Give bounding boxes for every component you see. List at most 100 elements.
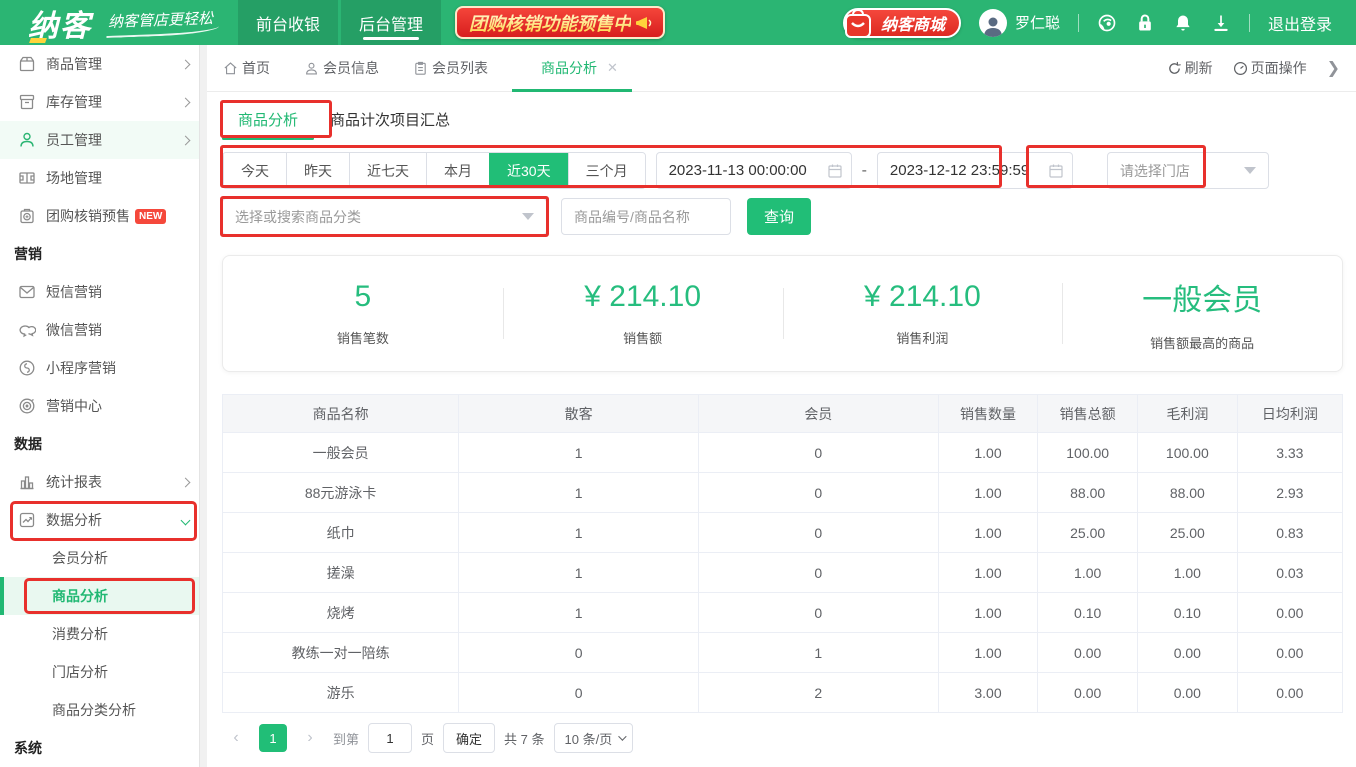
stat-item: 一般会员 销售额最高的商品 bbox=[1062, 275, 1342, 352]
sidebar-item[interactable]: 营销中心 bbox=[0, 387, 207, 425]
page-tab[interactable]: 会员列表 ✕ bbox=[413, 45, 488, 92]
chevron-right-icon bbox=[181, 477, 191, 487]
sidebar-item-label: 会员分析 bbox=[52, 548, 108, 568]
cell-walkin: 1 bbox=[459, 553, 699, 593]
quick-date-button[interactable]: 本月 bbox=[426, 153, 489, 188]
sidebar-item-icon bbox=[18, 321, 36, 339]
sidebar-item-label: 商品管理 bbox=[46, 54, 102, 74]
download-icon[interactable] bbox=[1211, 13, 1231, 33]
date-to-input[interactable] bbox=[877, 152, 1073, 189]
sidebar-item[interactable]: 会员分析 bbox=[0, 539, 207, 577]
date-separator: - bbox=[862, 162, 867, 180]
cell-member: 0 bbox=[698, 473, 938, 513]
goto-confirm-button[interactable]: 确定 bbox=[443, 723, 495, 753]
quick-date-button[interactable]: 三个月 bbox=[568, 153, 645, 188]
table-row[interactable]: 烧烤 1 0 1.00 0.10 0.10 0.00 bbox=[223, 593, 1343, 633]
sidebar-item[interactable]: 数据分析 bbox=[0, 501, 207, 539]
table-row[interactable]: 游乐 0 2 3.00 0.00 0.00 0.00 bbox=[223, 673, 1343, 713]
sidebar-item[interactable]: 数据 bbox=[0, 425, 207, 463]
table-row[interactable]: 纸巾 1 0 1.00 25.00 25.00 0.83 bbox=[223, 513, 1343, 553]
tab-label: 会员信息 bbox=[323, 58, 379, 78]
analysis-tab[interactable]: 商品分析 bbox=[222, 98, 314, 140]
analysis-tab[interactable]: 商品计次项目汇总 bbox=[314, 98, 466, 140]
sidebar-item[interactable]: 统计报表 bbox=[0, 463, 207, 501]
store-select[interactable]: 请选择门店 bbox=[1107, 152, 1269, 189]
sidebar-item[interactable]: 门店分析 bbox=[0, 653, 207, 691]
sidebar-item[interactable]: 商品分类分析 bbox=[0, 691, 207, 729]
column-header: 日均利润 bbox=[1237, 395, 1342, 433]
table-row[interactable]: 搓澡 1 0 1.00 1.00 1.00 0.03 bbox=[223, 553, 1343, 593]
collapse-arrow-icon[interactable]: ❯ bbox=[1327, 58, 1340, 78]
sidebar-item[interactable]: 场地管理 bbox=[0, 159, 207, 197]
page-number-button[interactable]: 1 bbox=[259, 724, 287, 752]
sidebar-item[interactable]: 商品管理 bbox=[0, 45, 207, 83]
cell-gross-profit: 1.00 bbox=[1138, 553, 1238, 593]
sidebar-item[interactable]: 微信营销 bbox=[0, 311, 207, 349]
cell-gross-profit: 100.00 bbox=[1138, 433, 1238, 473]
goto-page-input[interactable] bbox=[368, 723, 412, 753]
sidebar-item[interactable]: 小程序营销 bbox=[0, 349, 207, 387]
close-icon[interactable]: ✕ bbox=[607, 60, 618, 76]
cell-walkin: 1 bbox=[459, 473, 699, 513]
quick-date-button[interactable]: 昨天 bbox=[286, 153, 349, 188]
sidebar-item[interactable]: 库存管理 bbox=[0, 83, 207, 121]
stat-label: 销售额最高的商品 bbox=[1062, 333, 1342, 352]
promo-banner[interactable]: 团购核销功能预售中 bbox=[455, 6, 665, 39]
quick-date-button[interactable]: 近30天 bbox=[489, 153, 568, 188]
products-table: 商品名称散客会员销售数量销售总额毛利润日均利润 一般会员 1 0 1.00 10… bbox=[222, 394, 1343, 713]
next-page-button[interactable]: › bbox=[296, 724, 324, 752]
cell-daily-profit: 0.00 bbox=[1237, 673, 1342, 713]
quick-date-button[interactable]: 今天 bbox=[223, 153, 286, 188]
date-to-value[interactable] bbox=[890, 162, 1040, 179]
sidebar-item-label: 统计报表 bbox=[46, 472, 102, 492]
lock-icon[interactable] bbox=[1135, 13, 1155, 33]
date-from-input[interactable] bbox=[656, 152, 852, 189]
sidebar-item[interactable]: 短信营销 bbox=[0, 273, 207, 311]
bell-icon[interactable] bbox=[1173, 13, 1193, 33]
page-size-select[interactable]: 10 条/页 bbox=[554, 723, 634, 753]
table-row[interactable]: 88元游泳卡 1 0 1.00 88.00 88.00 2.93 bbox=[223, 473, 1343, 513]
stat-value: 一般会员 bbox=[1062, 275, 1342, 319]
top-nav-button[interactable]: 后台管理 bbox=[341, 0, 441, 45]
logout-button[interactable]: 退出登录 bbox=[1268, 11, 1332, 35]
prev-page-button[interactable]: ‹ bbox=[222, 724, 250, 752]
goto-label: 到第 bbox=[333, 729, 359, 748]
date-from-value[interactable] bbox=[669, 162, 819, 179]
sidebar-item[interactable]: 商品分析 bbox=[0, 577, 207, 615]
sidebar-item[interactable]: 员工管理 bbox=[0, 121, 207, 159]
category-select[interactable]: 选择或搜索商品分类 bbox=[222, 198, 547, 235]
customer-service-icon[interactable] bbox=[1097, 13, 1117, 33]
top-nav-button[interactable]: 前台收银 bbox=[238, 0, 338, 45]
cell-walkin: 1 bbox=[459, 433, 699, 473]
cell-qty: 1.00 bbox=[938, 473, 1038, 513]
cell-product-name: 搓澡 bbox=[223, 553, 459, 593]
user-menu[interactable]: 罗仁聪 bbox=[979, 9, 1060, 37]
sidebar-item-icon bbox=[18, 55, 36, 73]
stat-value: 5 bbox=[223, 280, 503, 314]
search-button[interactable]: 查询 bbox=[747, 198, 811, 235]
table-body: 一般会员 1 0 1.00 100.00 100.00 3.33 88元游泳卡 … bbox=[223, 433, 1343, 713]
stat-label: 销售笔数 bbox=[223, 328, 503, 347]
sidebar-item[interactable]: 消费分析 bbox=[0, 615, 207, 653]
app-logo: 纳客 bbox=[28, 1, 92, 45]
table-row[interactable]: 教练一对一陪练 0 1 1.00 0.00 0.00 0.00 bbox=[223, 633, 1343, 673]
page-ops-button[interactable]: 页面操作 bbox=[1233, 58, 1307, 78]
table-row[interactable]: 一般会员 1 0 1.00 100.00 100.00 3.33 bbox=[223, 433, 1343, 473]
sidebar-item[interactable]: 营销 bbox=[0, 235, 207, 273]
promo-text: 团购核销功能预售中 bbox=[469, 10, 631, 36]
refresh-button[interactable]: 刷新 bbox=[1167, 58, 1213, 78]
quick-date-button[interactable]: 近七天 bbox=[349, 153, 426, 188]
sidebar-item-icon bbox=[18, 397, 36, 415]
mall-button[interactable]: 纳客商城 bbox=[843, 8, 961, 38]
sidebar-item[interactable]: 系统 bbox=[0, 729, 207, 767]
keyword-input[interactable] bbox=[561, 198, 731, 235]
page-tab[interactable]: 首页 ✕ bbox=[223, 45, 270, 92]
shopping-bag-icon bbox=[841, 7, 875, 41]
sidebar-item-label: 库存管理 bbox=[46, 92, 102, 112]
sidebar-item[interactable]: 团购核销预售 NEW bbox=[0, 197, 207, 235]
page-tab[interactable]: 商品分析 ✕ bbox=[522, 45, 618, 92]
cell-daily-profit: 0.00 bbox=[1237, 593, 1342, 633]
cell-gross-profit: 25.00 bbox=[1138, 513, 1238, 553]
page-tab[interactable]: 会员信息 ✕ bbox=[304, 45, 379, 92]
cell-gross-profit: 0.10 bbox=[1138, 593, 1238, 633]
